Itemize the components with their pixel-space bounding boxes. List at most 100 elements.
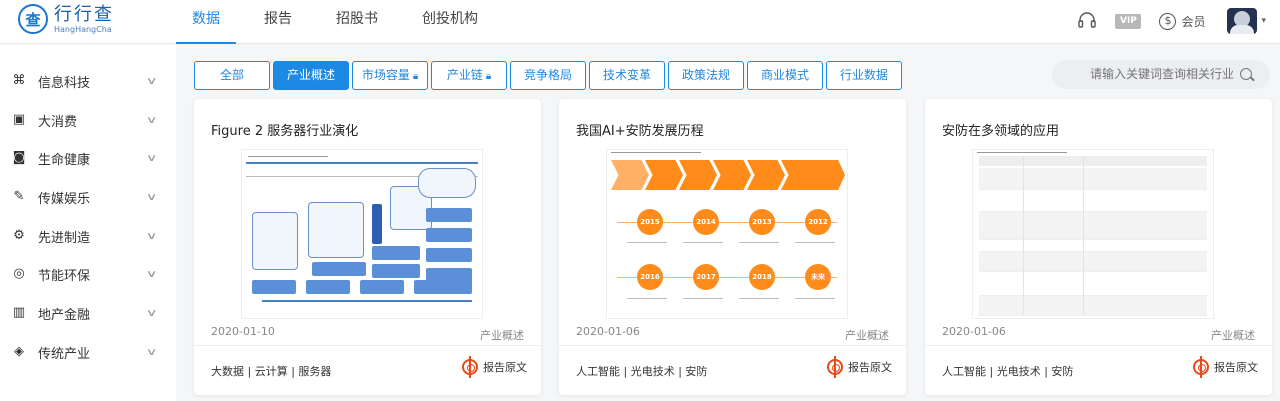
caret-down-icon[interactable]: ▾: [1261, 16, 1266, 26]
card-tags: 人工智能 | 光电技术 | 安防: [942, 365, 1074, 378]
tab-industry-chain[interactable]: 产业链 🔒︎: [431, 61, 507, 90]
chevron-down-icon: ∨: [145, 346, 158, 358]
tab-market-size[interactable]: 市场容量 🔒︎: [352, 61, 428, 90]
year-circle: 2013: [749, 209, 775, 235]
member-button[interactable]: $ 会员: [1159, 12, 1206, 30]
sidebar-item-label: 大消费: [38, 114, 78, 130]
card-footer: 人工智能 | 光电技术 | 安防 报告原文: [925, 345, 1272, 395]
member-label: 会员: [1181, 14, 1206, 29]
sidebar-item-green[interactable]: ◎ 节能环保 ∨: [0, 255, 176, 293]
gear-icon: ⚙: [13, 228, 25, 243]
nav-prospectus[interactable]: 招股书: [320, 0, 394, 44]
report-label: 报告原文: [848, 361, 892, 374]
command-icon: ⌘: [12, 73, 26, 88]
tab-business-model[interactable]: 商业模式: [747, 61, 823, 90]
card-category: 产业概述: [845, 329, 889, 342]
sidebar-item-realestate[interactable]: ▥ 地产金融 ∨: [0, 294, 176, 332]
nav-data[interactable]: 数据: [176, 0, 236, 44]
sidebar-item-it[interactable]: ⌘ 信息科技 ∨: [0, 62, 176, 100]
card-title: 我国AI+安防发展历程: [576, 124, 704, 139]
coin-icon: $: [1159, 12, 1177, 30]
media-icon: ✎: [13, 189, 25, 204]
card-tags: 人工智能 | 光电技术 | 安防: [576, 365, 708, 378]
bag-icon: ▣: [12, 112, 26, 127]
sidebar-item-label: 传媒娱乐: [38, 191, 91, 207]
card-thumbnail[interactable]: [241, 149, 483, 319]
report-original-button[interactable]: 报告原文: [462, 356, 527, 378]
sidebar: ⌘ 信息科技 ∨ ▣ 大消费 ∨ ◙ 生命健康 ∨ ✎ 传媒娱乐 ∨ ⚙ 先进制…: [0, 45, 176, 401]
tab-policy[interactable]: 政策法规: [668, 61, 744, 90]
logo-name-en: HangHangCha: [54, 24, 112, 34]
tab-label: 市场容量: [361, 68, 410, 82]
vip-badge[interactable]: VIP: [1115, 13, 1142, 29]
lock-icon: 🔒︎: [412, 71, 419, 82]
target-icon: [827, 356, 843, 378]
sidebar-item-label: 先进制造: [38, 230, 91, 246]
sidebar-item-traditional[interactable]: ◈ 传统产业 ∨: [0, 333, 176, 371]
year-circle: 2014: [693, 209, 719, 235]
tab-industry-overview[interactable]: 产业概述: [273, 61, 349, 90]
sidebar-item-label: 生命健康: [38, 152, 91, 168]
health-icon: ◙: [12, 150, 26, 165]
sidebar-item-manufacturing[interactable]: ⚙ 先进制造 ∨: [0, 217, 176, 255]
card-title: Figure 2 服务器行业演化: [211, 124, 359, 139]
chevron-down-icon: ∨: [145, 307, 158, 319]
search-icon[interactable]: [1240, 68, 1252, 80]
tab-competition[interactable]: 竞争格局: [510, 61, 586, 90]
card-date: 2020-01-06: [942, 325, 1006, 338]
sidebar-item-label: 信息科技: [38, 75, 91, 91]
nav-reports[interactable]: 报告: [248, 0, 308, 44]
eco-icon: ◎: [13, 266, 25, 281]
year-circle: 2016: [637, 264, 663, 290]
card-category: 产业概述: [480, 329, 524, 342]
sidebar-item-health[interactable]: ◙ 生命健康 ∨: [0, 139, 176, 177]
tab-tech-change[interactable]: 技术变革: [589, 61, 665, 90]
tab-all[interactable]: 全部: [194, 61, 270, 90]
building-icon: ▥: [12, 305, 26, 320]
year-circle: 2012: [805, 209, 831, 235]
data-card[interactable]: 我国AI+安防发展历程 2015 2014 2013 2012 2016 201…: [559, 99, 906, 395]
card-tags: 大数据 | 云计算 | 服务器: [211, 365, 332, 378]
tab-industry-data[interactable]: 行业数据: [826, 61, 902, 90]
year-circle: 2017: [693, 264, 719, 290]
search-input[interactable]: [1074, 65, 1234, 83]
sidebar-item-media[interactable]: ✎ 传媒娱乐 ∨: [0, 178, 176, 216]
chevron-down-icon: ∨: [145, 114, 158, 126]
year-circle: 2015: [637, 209, 663, 235]
card-category: 产业概述: [1211, 329, 1255, 342]
sidebar-item-consumer[interactable]: ▣ 大消费 ∨: [0, 101, 176, 139]
top-header: 查 行行查 HangHangCha 数据 报告 招股书 创投机构 VIP $ 会…: [0, 0, 1280, 44]
sidebar-item-label: 传统产业: [38, 346, 91, 362]
chevron-down-icon: ∨: [145, 75, 158, 87]
headset-icon[interactable]: [1077, 11, 1097, 31]
year-circle: 未来: [805, 264, 831, 290]
chevron-down-icon: ∨: [145, 152, 158, 164]
report-label: 报告原文: [1214, 361, 1258, 374]
logo-mark-icon: 查: [18, 4, 48, 34]
year-circle: 2018: [749, 264, 775, 290]
logo[interactable]: 查 行行查 HangHangCha: [18, 4, 114, 34]
sidebar-item-label: 地产金融: [38, 307, 91, 323]
data-card[interactable]: 安防在多领域的应用 2020-01-06 产业概述 人工智能 | 光电技术 | …: [925, 99, 1272, 395]
card-thumbnail[interactable]: 2015 2014 2013 2012 2016 2017 2018 未来: [606, 149, 848, 319]
data-card[interactable]: Figure 2 服务器行业演化 2020-01-10 产业概述 大数据 | 云…: [194, 99, 541, 395]
cube-icon: ◈: [14, 344, 24, 359]
sidebar-item-label: 节能环保: [38, 268, 91, 284]
report-original-button[interactable]: 报告原文: [1193, 356, 1258, 378]
card-thumbnail[interactable]: [972, 149, 1214, 319]
report-label: 报告原文: [483, 361, 527, 374]
chevron-down-icon: ∨: [145, 191, 158, 203]
card-date: 2020-01-06: [576, 325, 640, 338]
chevron-down-icon: ∨: [145, 268, 158, 280]
avatar[interactable]: [1227, 8, 1258, 34]
target-icon: [1193, 356, 1209, 378]
lock-icon: 🔒︎: [485, 71, 492, 82]
industry-search[interactable]: [1052, 60, 1270, 89]
category-tabs: 全部 产业概述 市场容量 🔒︎ 产业链 🔒︎ 竞争格局 技术变革 政策法规 商业模式…: [194, 61, 905, 90]
nav-vc-firms[interactable]: 创投机构: [406, 0, 494, 44]
card-footer: 大数据 | 云计算 | 服务器 报告原文: [194, 345, 541, 395]
card-date: 2020-01-10: [211, 325, 275, 338]
chevron-down-icon: ∨: [145, 230, 158, 242]
report-original-button[interactable]: 报告原文: [827, 356, 892, 378]
tab-label: 产业链: [446, 68, 483, 82]
